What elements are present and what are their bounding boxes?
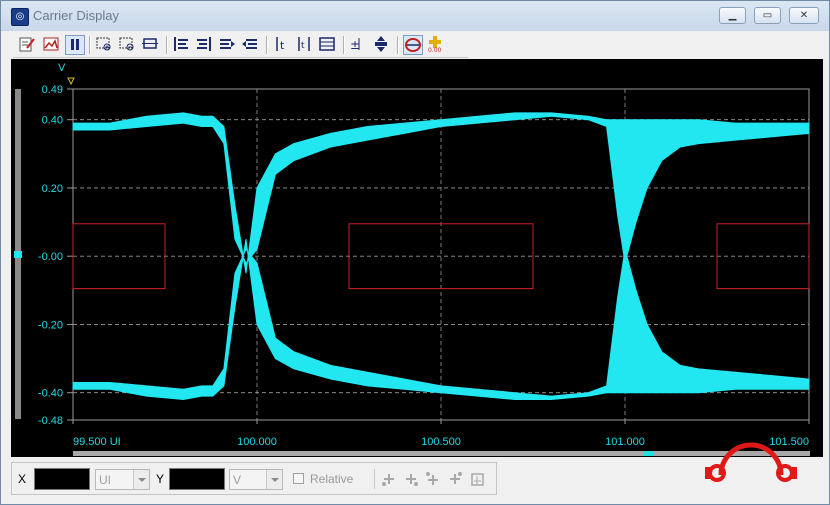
toolbar: t t ± 0.00: [13, 32, 468, 58]
y-tick-label: -0.48: [38, 415, 63, 427]
x-unit-value: UI: [99, 473, 111, 487]
svg-text:t: t: [301, 41, 305, 51]
cursor-add-icon[interactable]: [403, 471, 419, 487]
cursor-down-icon[interactable]: [447, 471, 463, 487]
y-tick-label: -0.40: [38, 388, 63, 400]
cursor-pair-icon[interactable]: [381, 471, 397, 487]
persistence-icon[interactable]: [403, 35, 423, 55]
cursor-reset-icon[interactable]: [469, 471, 485, 487]
vertical-scroll-thumb: [14, 251, 22, 258]
headphones-logo-icon: [705, 442, 797, 482]
y-tick-label: 0.20: [42, 183, 63, 195]
y-label: Y: [156, 472, 165, 486]
zoom-out-icon[interactable]: [118, 35, 138, 55]
measure-icon[interactable]: [372, 35, 392, 55]
math-icon[interactable]: ±: [349, 35, 369, 55]
y-unit-value: V: [233, 473, 242, 487]
cursor-status-bar: X UI Y V Relative: [11, 462, 497, 495]
carrier-display-window: ◎ Carrier Display ▁ ▭ ✕ t t ± 0.00 0.49 …: [0, 0, 830, 505]
watermark: [691, 441, 811, 504]
relative-checkbox[interactable]: [293, 473, 304, 484]
relative-label: Relative: [310, 472, 354, 486]
add-marker-icon[interactable]: 0.00: [426, 35, 446, 55]
x-tick-label: 100.000: [237, 436, 277, 448]
eye-diagram-app-icon: ◎: [11, 8, 29, 26]
minimize-button[interactable]: ▁: [719, 7, 746, 24]
svg-text:0.00: 0.00: [428, 47, 442, 53]
y-tick-label: -0.20: [38, 319, 63, 331]
x-unit-select[interactable]: UI: [95, 469, 150, 490]
marker-next-icon[interactable]: [241, 35, 261, 55]
y-tick-label: 0.49: [42, 84, 63, 96]
cursor-table-icon[interactable]: [318, 35, 338, 55]
scroll-thumb[interactable]: [644, 451, 654, 456]
x-label: X: [18, 472, 27, 486]
separator: [374, 469, 375, 489]
y-unit-select[interactable]: V: [229, 469, 283, 490]
close-button[interactable]: ✕: [789, 7, 819, 24]
cursor-x-icon[interactable]: t: [272, 35, 292, 55]
chevron-down-icon: [133, 470, 149, 489]
y-tick-label: 0.40: [42, 115, 63, 127]
marker-prev-icon[interactable]: [218, 35, 238, 55]
title-bar[interactable]: ◎ Carrier Display ▁ ▭ ✕: [1, 1, 829, 31]
x-value-field[interactable]: [34, 468, 90, 490]
x-tick-label: 99.500 UI: [73, 436, 121, 448]
picture-icon[interactable]: [42, 35, 62, 55]
x-tick-label: 101.000: [605, 436, 645, 448]
y-value-field[interactable]: [169, 468, 225, 490]
edit-properties-icon[interactable]: [18, 35, 38, 55]
trigger-marker-icon: [67, 77, 75, 86]
window-title: Carrier Display: [33, 8, 119, 23]
pause-icon[interactable]: [65, 35, 85, 55]
plot-canvas[interactable]: 0.49 0.40 0.20 -0.00 -0.20 -0.40 -0.48 V 99.500 …: [11, 59, 823, 457]
cursor-up-icon[interactable]: [425, 471, 441, 487]
cursor-y-icon[interactable]: t: [295, 35, 315, 55]
eye-diagram-plot[interactable]: 0.49 0.40 0.20 -0.00 -0.20 -0.40 -0.48 V 99.500 …: [11, 59, 823, 457]
eye-upper-band: [72, 112, 810, 274]
eye-lower-band: [72, 239, 810, 401]
zoom-fit-icon[interactable]: [141, 35, 161, 55]
marker-left-icon[interactable]: [172, 35, 192, 55]
y-tick-label: -0.00: [38, 251, 63, 263]
zoom-in-icon[interactable]: [95, 35, 115, 55]
y-unit-label: V: [58, 62, 66, 74]
marker-right-icon[interactable]: [195, 35, 215, 55]
x-tick-label: 100.500: [421, 436, 461, 448]
svg-text:t: t: [280, 39, 285, 52]
maximize-button[interactable]: ▭: [754, 7, 781, 24]
chevron-down-icon: [266, 470, 282, 489]
